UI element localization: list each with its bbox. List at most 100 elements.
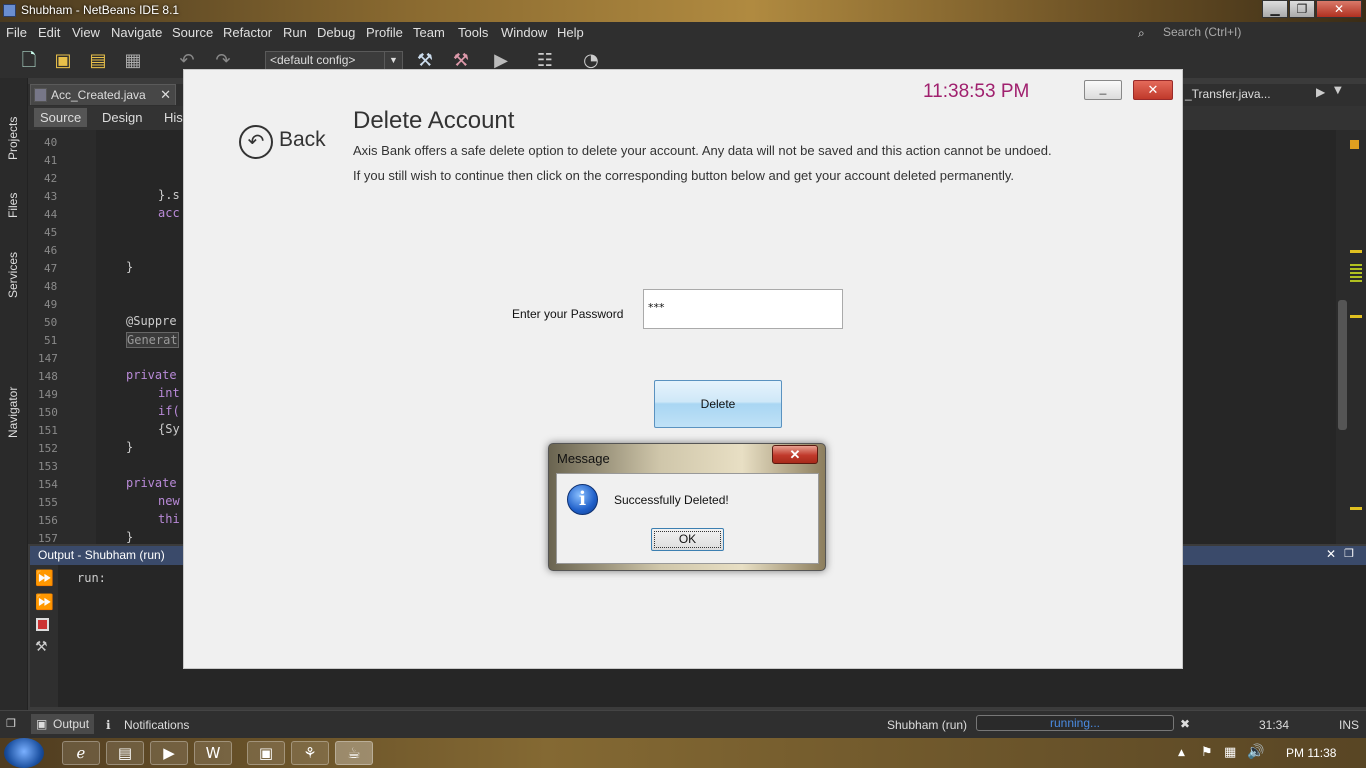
rerun-icon[interactable]: ⏩ [35, 569, 54, 587]
line-number: 45 [44, 226, 58, 239]
dialog-close-button[interactable]: ✕ [772, 445, 818, 464]
annotation-marker[interactable] [1350, 250, 1362, 253]
new-file-icon[interactable]: 🗋 [18, 50, 40, 72]
output-panel-title: Output - Shubham (run) [38, 548, 165, 562]
menu-view[interactable]: View [72, 25, 100, 40]
side-tab-navigator[interactable]: Navigator [6, 387, 20, 438]
save-all-icon[interactable]: ▦ [122, 50, 144, 72]
ide-window-title: Shubham - NetBeans IDE 8.1 [21, 3, 180, 17]
line-number: 150 [38, 406, 58, 419]
tab-scroll-right-icon[interactable]: ▶ [1316, 85, 1325, 99]
close-icon[interactable]: ✕ [160, 87, 171, 103]
dialog-body: i Successfully Deleted! OK [556, 473, 819, 564]
back-label: Back [279, 128, 326, 151]
cancel-task-icon[interactable]: ✖ [1180, 717, 1190, 731]
chevron-down-icon: ▼ [384, 52, 402, 69]
show-hidden-icons[interactable]: ▲ [1178, 748, 1185, 758]
ide-maximize-button[interactable]: ❐ [1289, 0, 1315, 18]
internet-explorer-icon[interactable]: ℯ [62, 741, 100, 765]
volume-icon[interactable]: 🔊 [1247, 744, 1264, 760]
menu-team[interactable]: Team [413, 25, 445, 40]
config-dropdown[interactable]: <default config> ▼ [265, 51, 403, 70]
virtualbox-icon[interactable]: ▣ [247, 741, 285, 765]
menu-run[interactable]: Run [283, 25, 307, 40]
app-clock: 11:38:53 PM [923, 81, 1030, 102]
search-icon: ⌕ [1138, 26, 1145, 40]
settings-icon[interactable]: ⚒ [35, 639, 48, 655]
description-line-2: If you still wish to continue then click… [353, 168, 1014, 183]
editor-tab-transfer[interactable]: _Transfer.java... [1185, 87, 1271, 101]
editor-scrollbar[interactable] [1336, 130, 1366, 544]
ide-close-button[interactable]: ✕ [1316, 0, 1362, 18]
code-line: @Suppre [126, 314, 177, 328]
action-center-flag-icon[interactable]: ⚑ [1201, 745, 1213, 760]
menu-source[interactable]: Source [172, 25, 213, 40]
app-minimize-button[interactable]: _ [1084, 80, 1122, 100]
restore-panel-icon[interactable]: ❐ [1344, 547, 1354, 560]
line-number: 43 [44, 190, 58, 203]
annotation-marker[interactable] [1350, 507, 1362, 510]
line-number: 46 [44, 244, 58, 257]
side-tab-services[interactable]: Services [6, 252, 20, 298]
java-app-icon[interactable]: ☕ [335, 741, 373, 765]
menu-tools[interactable]: Tools [458, 25, 488, 40]
restore-window-icon[interactable]: ❐ [6, 717, 16, 730]
dialog-message: Successfully Deleted! [614, 493, 729, 507]
taskbar-clock[interactable]: PM 11:38 [1286, 746, 1336, 760]
annotation-marker[interactable] [1350, 264, 1362, 282]
stop-icon[interactable] [36, 618, 49, 631]
delete-account-window: 11:38:53 PM _ ✕ ↶ Back Delete Account Ax… [183, 69, 1183, 669]
tab-history[interactable]: His [164, 110, 183, 125]
paint-icon[interactable]: ⚘ [291, 741, 329, 765]
code-line: }.s [158, 188, 180, 202]
network-icon[interactable]: ▦ [1224, 745, 1236, 760]
ide-title-bar: Shubham - NetBeans IDE 8.1 ▁ ❐ ✕ [0, 0, 1366, 22]
code-line: int [158, 386, 180, 400]
tab-design[interactable]: Design [102, 110, 142, 125]
chevron-down-icon[interactable]: ▼ [1334, 85, 1342, 96]
line-number: 50 [44, 316, 58, 329]
code-line: thi [158, 512, 180, 526]
file-explorer-icon[interactable]: ▤ [106, 741, 144, 765]
ide-search-box[interactable]: ⌕ Search (Ctrl+I) [1136, 24, 1366, 42]
close-icon[interactable]: ✕ [1326, 547, 1336, 561]
password-field[interactable]: *** [643, 289, 843, 329]
tab-source[interactable]: Source [34, 108, 88, 127]
menu-refactor[interactable]: Refactor [223, 25, 272, 40]
scrollbar-thumb[interactable] [1338, 300, 1347, 430]
search-placeholder: Search (Ctrl+I) [1163, 25, 1242, 39]
side-tab-files[interactable]: Files [6, 193, 20, 218]
task-progress-bar[interactable]: running... [976, 715, 1174, 731]
ide-minimize-button[interactable]: ▁ [1262, 0, 1288, 18]
output-tab-icon: ▣ [36, 717, 48, 731]
menu-navigate[interactable]: Navigate [111, 25, 162, 40]
menu-edit[interactable]: Edit [38, 25, 60, 40]
line-number-gutter: 40 41 42 43 44 45 46 47 48 49 50 51 147 … [28, 130, 96, 545]
editor-tab-acc-created[interactable]: Acc_Created.java ✕ [30, 84, 176, 105]
password-label: Enter your Password [512, 307, 624, 321]
menu-help[interactable]: Help [557, 25, 584, 40]
side-tab-projects[interactable]: Projects [6, 117, 20, 160]
warning-marker[interactable] [1350, 140, 1359, 149]
line-number: 42 [44, 172, 58, 185]
delete-button[interactable]: Delete [654, 380, 782, 428]
line-number: 148 [38, 370, 58, 383]
line-number: 153 [38, 460, 58, 473]
open-project-icon[interactable]: ▤ [87, 50, 109, 72]
word-icon[interactable]: W [194, 741, 232, 765]
menu-file[interactable]: File [6, 25, 27, 40]
line-number: 147 [38, 352, 58, 365]
dialog-title: Message [557, 451, 610, 466]
status-tab-notifications[interactable]: Notifications [124, 718, 189, 732]
description-line-1: Axis Bank offers a safe delete option to… [353, 143, 1052, 158]
new-project-icon[interactable]: ▣ [52, 50, 74, 72]
menu-profile[interactable]: Profile [366, 25, 403, 40]
windows-start-button[interactable] [4, 738, 44, 768]
menu-window[interactable]: Window [501, 25, 547, 40]
ok-button[interactable]: OK [651, 528, 724, 551]
app-close-button[interactable]: ✕ [1133, 80, 1173, 100]
rerun-with-options-icon[interactable]: ⏩ [35, 593, 54, 611]
menu-debug[interactable]: Debug [317, 25, 355, 40]
media-player-icon[interactable]: ▶ [150, 741, 188, 765]
annotation-marker[interactable] [1350, 315, 1362, 318]
